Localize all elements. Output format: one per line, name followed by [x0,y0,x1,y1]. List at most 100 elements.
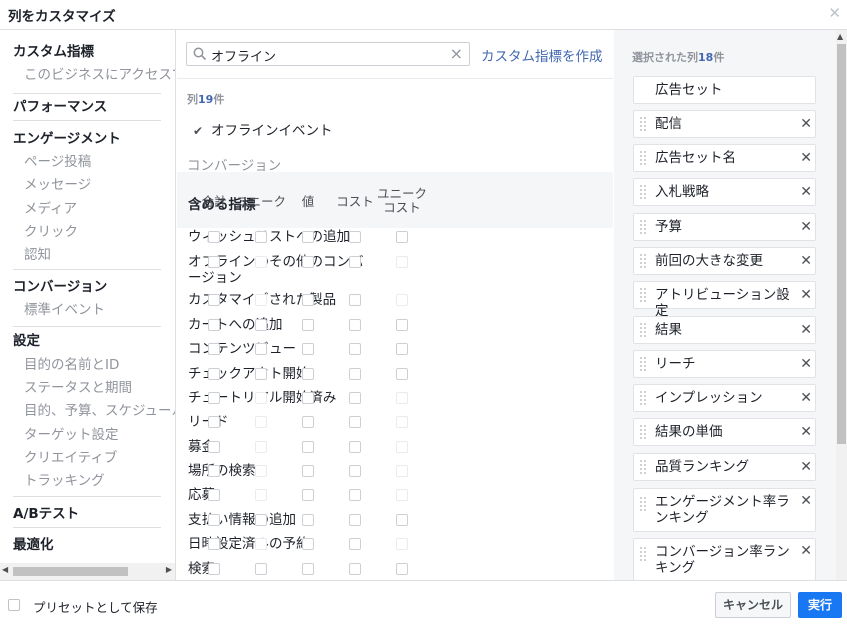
metric-checkbox[interactable] [302,294,314,306]
metric-checkbox[interactable] [396,368,408,380]
remove-icon[interactable]: ✕ [800,116,812,132]
scrollbar-thumb[interactable] [837,44,846,444]
metric-checkbox[interactable] [302,231,314,243]
metric-checkbox[interactable] [349,441,361,453]
nav-subitem[interactable]: 標準イベント [24,298,105,318]
metric-checkbox[interactable] [302,441,314,453]
metric-checkbox[interactable] [208,538,220,550]
metric-checkbox[interactable] [208,392,220,404]
nav-subitem[interactable]: メディア [24,197,77,217]
drag-handle-icon[interactable] [640,254,646,268]
selected-column-item[interactable]: コンバージョン率ランキング ✕ [633,538,816,580]
metric-checkbox[interactable] [396,343,408,355]
metric-checkbox[interactable] [208,231,220,243]
drag-handle-icon[interactable] [640,460,646,474]
metric-checkbox[interactable] [349,231,361,243]
metric-checkbox[interactable] [208,319,220,331]
metric-checkbox[interactable] [302,368,314,380]
nav-subitem[interactable]: 目的、予算、スケジュール [24,399,175,419]
metric-checkbox[interactable] [349,514,361,526]
metric-checkbox[interactable] [208,343,220,355]
drag-handle-icon[interactable] [640,357,646,371]
selected-column-item[interactable]: リーチ ✕ [633,350,816,378]
vertical-scrollbar[interactable]: ▲ [836,30,847,580]
metric-checkbox[interactable] [302,319,314,331]
metric-checkbox[interactable] [349,343,361,355]
nav-subitem[interactable]: クリック [24,220,78,240]
metric-checkbox[interactable] [255,368,267,380]
drag-handle-icon[interactable] [640,547,646,561]
metric-checkbox[interactable] [349,319,361,331]
remove-icon[interactable]: ✕ [800,287,812,303]
nav-category[interactable]: 最適化 [13,533,54,553]
selected-column-item[interactable]: 配信 ✕ [633,110,816,138]
selected-column-item[interactable]: 結果の単価 ✕ [633,418,816,446]
selected-column-item[interactable]: 品質ランキング ✕ [633,453,816,481]
metric-checkbox[interactable] [349,563,361,575]
remove-icon[interactable]: ✕ [800,219,812,235]
nav-subitem[interactable]: 目的の名前とID [24,353,119,373]
nav-subitem[interactable]: ステータスと期間 [24,376,132,396]
nav-category[interactable]: コンバージョン [13,275,107,295]
horizontal-scrollbar[interactable]: ◀ ▶ [0,563,175,580]
metric-checkbox[interactable] [349,416,361,428]
metric-checkbox[interactable] [302,256,314,268]
check-icon[interactable]: ✔ [193,124,205,138]
metric-checkbox[interactable] [396,319,408,331]
metric-checkbox[interactable] [208,441,220,453]
nav-subitem[interactable]: クリエイティブ [24,446,117,466]
close-icon[interactable]: ✕ [828,4,841,22]
remove-icon[interactable]: ✕ [800,424,812,440]
nav-category[interactable]: エンゲージメント [13,127,121,147]
metric-checkbox[interactable] [396,514,408,526]
nav-subitem[interactable]: トラッキング [24,469,105,489]
scroll-right-icon[interactable]: ▶ [166,565,172,574]
drag-handle-icon[interactable] [640,391,646,405]
remove-icon[interactable]: ✕ [800,356,812,372]
metric-checkbox[interactable] [302,563,314,575]
metric-checkbox[interactable] [208,294,220,306]
remove-icon[interactable]: ✕ [800,150,812,166]
metric-checkbox[interactable] [208,256,220,268]
metric-checkbox[interactable] [349,465,361,477]
preset-checkbox[interactable] [8,599,20,611]
metric-checkbox[interactable] [349,294,361,306]
remove-icon[interactable]: ✕ [800,493,812,509]
metric-checkbox[interactable] [302,392,314,404]
nav-category[interactable]: カスタム指標 [13,40,94,60]
nav-subitem[interactable]: メッセージ [24,173,91,193]
selected-column-item[interactable]: インプレッション ✕ [633,384,816,412]
metric-checkbox[interactable] [349,489,361,501]
remove-icon[interactable]: ✕ [800,253,812,269]
drag-handle-icon[interactable] [640,497,646,511]
scroll-left-icon[interactable]: ◀ [2,565,8,574]
search-input[interactable]: オフライン [211,46,276,65]
metric-checkbox[interactable] [255,514,267,526]
drag-handle-icon[interactable] [640,117,646,131]
drag-handle-icon[interactable] [640,220,646,234]
metric-checkbox[interactable] [396,563,408,575]
metric-checkbox[interactable] [302,538,314,550]
metric-checkbox[interactable] [302,416,314,428]
scrollbar-thumb[interactable] [13,567,128,576]
nav-subitem[interactable]: このビジネスにアクセスで [24,63,175,83]
remove-icon[interactable]: ✕ [800,322,812,338]
metric-checkbox[interactable] [349,256,361,268]
nav-subitem[interactable]: 認知 [24,243,51,263]
search-box[interactable]: オフライン × [186,42,470,66]
nav-subitem[interactable]: ページ投稿 [24,150,91,170]
nav-subitem[interactable]: ターゲット設定 [24,423,119,443]
metric-checkbox[interactable] [255,343,267,355]
selected-column-item[interactable]: エンゲージメント率ランキング ✕ [633,488,816,532]
remove-icon[interactable]: ✕ [800,459,812,475]
drag-handle-icon[interactable] [640,151,646,165]
metric-checkbox[interactable] [208,416,220,428]
selected-column-item[interactable]: 入札戦略 ✕ [633,178,816,206]
remove-icon[interactable]: ✕ [800,543,812,559]
selected-column-item[interactable]: 前回の大きな変更 ✕ [633,247,816,275]
metric-checkbox[interactable] [349,392,361,404]
nav-category[interactable]: A/Bテスト [13,502,79,522]
metric-checkbox[interactable] [302,489,314,501]
cancel-button[interactable]: キャンセル [715,592,791,618]
remove-icon[interactable]: ✕ [800,390,812,406]
